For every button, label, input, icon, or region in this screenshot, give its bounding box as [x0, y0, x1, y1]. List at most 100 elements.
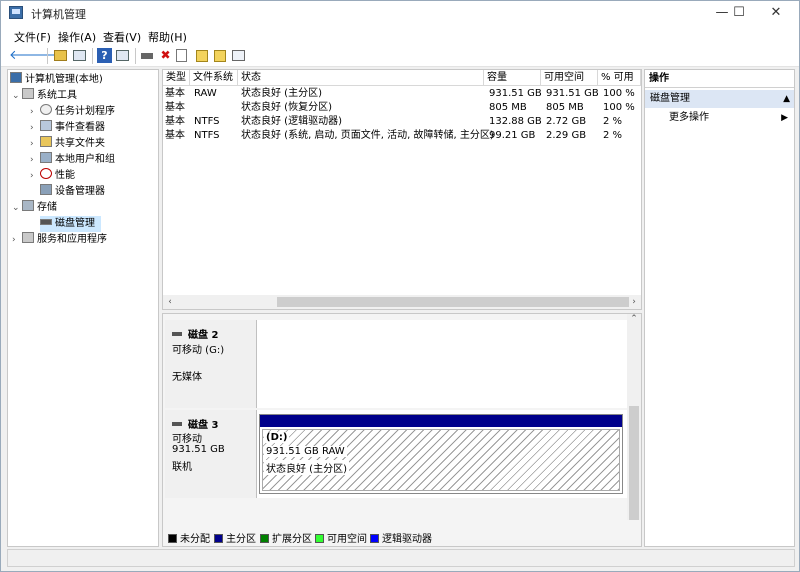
computer-management-window: 计算机管理 — ☐ ✕ 文件(F) 操作(A) 查看(V) 帮助(H) 🡐 🡒 …: [0, 0, 800, 572]
device-manager-icon: [40, 184, 52, 195]
column-header-status[interactable]: 状态: [238, 70, 484, 86]
system-tools-icon: [22, 88, 34, 99]
disk-row-3[interactable]: 磁盘 3 可移动 931.51 GB 联机 (D:) 931.51 GB RAW…: [165, 410, 627, 498]
expanded-arrow-icon[interactable]: ⌄: [12, 200, 22, 216]
partition-d[interactable]: (D:) 931.51 GB RAW 状态良好 (主分区): [259, 414, 623, 494]
show-hide-console-tree-icon[interactable]: [73, 50, 86, 61]
toolbar-separator: [47, 48, 48, 64]
disk-state: 联机: [172, 462, 192, 473]
users-icon: [40, 152, 52, 163]
partition-size: 931.51 GB RAW: [264, 446, 347, 457]
legend-free-space: 可用空间: [315, 532, 367, 546]
column-header-filesystem[interactable]: 文件系统: [190, 70, 238, 86]
column-header-percent-free[interactable]: % 可用: [598, 70, 641, 86]
collapse-up-icon[interactable]: ▲: [783, 90, 790, 108]
menu-view[interactable]: 查看(V): [103, 29, 141, 45]
tree-item-shared-folders[interactable]: › 共享文件夹: [30, 136, 105, 152]
search-folder-icon[interactable]: [214, 50, 226, 62]
scroll-right-icon[interactable]: ›: [627, 295, 641, 309]
actions-section-disk-management[interactable]: 磁盘管理 ▲: [645, 90, 794, 108]
vertical-scrollbar[interactable]: ⌃: [627, 314, 641, 520]
collapsed-arrow-icon[interactable]: ›: [30, 168, 40, 184]
close-button[interactable]: ✕: [759, 1, 793, 25]
disk-name: 磁盘 2: [172, 326, 218, 341]
legend-logical-drive: 逻辑驱动器: [370, 532, 432, 546]
scrollbar-thumb[interactable]: [277, 297, 629, 307]
connect-disk-icon[interactable]: [141, 53, 153, 59]
menu-file[interactable]: 文件(F): [14, 29, 51, 45]
primary-partition-bar: [260, 415, 622, 427]
computer-management-icon: [10, 72, 22, 83]
column-header-type[interactable]: 类型: [163, 70, 190, 86]
collapsed-arrow-icon[interactable]: ›: [30, 152, 40, 168]
tree-item-event-viewer[interactable]: › 事件查看器: [30, 120, 105, 136]
tree-item-disk-management[interactable]: 磁盘管理: [40, 216, 101, 232]
collapsed-arrow-icon[interactable]: ›: [30, 136, 40, 152]
tree-item-task-scheduler[interactable]: › 任务计划程序: [30, 104, 115, 120]
expanded-arrow-icon[interactable]: ⌄: [12, 88, 22, 104]
computer-management-icon: [9, 6, 23, 19]
partition-status: 状态良好 (主分区): [264, 460, 349, 475]
disk-list-icon[interactable]: [232, 50, 245, 61]
folder-up-icon[interactable]: [196, 50, 208, 62]
disk-type: 可移动: [172, 434, 202, 445]
disk-status: 无媒体: [172, 372, 202, 383]
actions-pane: 操作 磁盘管理 ▲ 更多操作 ▶: [644, 69, 795, 547]
event-viewer-icon: [40, 120, 52, 131]
collapsed-arrow-icon[interactable]: ›: [30, 104, 40, 120]
toolbar: 🡐 🡒 ? ✖: [1, 45, 799, 67]
console-tree: 计算机管理(本地) ⌄ 系统工具 › 任务计划程序 › 事件查看器 › 共享文件夹 › 本…: [7, 69, 159, 547]
properties-icon[interactable]: [176, 49, 187, 62]
legend-unallocated: 未分配: [168, 532, 210, 546]
tree-item-storage[interactable]: ⌄ 存储: [12, 200, 57, 216]
window-title: 计算机管理: [31, 8, 86, 21]
actions-header: 操作: [645, 70, 794, 88]
column-header-capacity[interactable]: 容量: [484, 70, 541, 86]
disk-type: 可移动 (G:): [172, 345, 225, 356]
delete-icon[interactable]: ✖: [158, 48, 173, 63]
title-bar: 计算机管理 — ☐ ✕: [1, 1, 799, 25]
forward-arrow-icon[interactable]: 🡒: [28, 48, 63, 63]
submenu-arrow-icon[interactable]: ▶: [781, 110, 788, 126]
tree-item-local-users[interactable]: › 本地用户和组: [30, 152, 115, 168]
tree-item-device-manager[interactable]: 设备管理器: [30, 184, 105, 200]
partition-label: (D:): [264, 432, 290, 443]
menu-help[interactable]: 帮助(H): [148, 29, 187, 45]
tree-item-performance[interactable]: › 性能: [30, 168, 75, 184]
collapsed-arrow-icon[interactable]: ›: [30, 120, 40, 136]
back-arrow-icon[interactable]: 🡐: [9, 48, 44, 63]
storage-icon: [22, 200, 34, 211]
scroll-left-icon[interactable]: ‹: [163, 295, 177, 309]
maximize-button[interactable]: ☐: [722, 1, 756, 25]
up-folder-icon[interactable]: [54, 50, 67, 61]
scrollbar-thumb[interactable]: [629, 406, 639, 520]
performance-icon: [40, 168, 52, 179]
shared-folder-icon: [40, 136, 52, 147]
scroll-up-icon[interactable]: ⌃: [627, 314, 641, 324]
disk-name: 磁盘 3: [172, 416, 218, 431]
column-header-free-space[interactable]: 可用空间: [541, 70, 598, 86]
disk-label[interactable]: 磁盘 3 可移动 931.51 GB 联机: [165, 410, 257, 498]
legend-primary: 主分区: [214, 532, 256, 546]
tree-item-system-tools[interactable]: ⌄ 系统工具: [12, 88, 77, 104]
disk-row-2[interactable]: 磁盘 2 可移动 (G:) 无媒体: [165, 320, 627, 408]
services-icon: [22, 232, 34, 243]
menu-action[interactable]: 操作(A): [58, 29, 96, 45]
help-icon[interactable]: ?: [97, 48, 112, 63]
clock-icon: [40, 104, 52, 115]
collapsed-arrow-icon[interactable]: ›: [12, 232, 22, 248]
show-action-pane-icon[interactable]: [116, 50, 129, 61]
disk-map-pane: 磁盘 2 可移动 (G:) 无媒体 磁盘 3 可移动 931.51 GB 联机 …: [162, 313, 642, 547]
menu-bar: 文件(F) 操作(A) 查看(V) 帮助(H): [1, 25, 799, 45]
tree-item-root[interactable]: 计算机管理(本地): [10, 72, 103, 88]
tree-item-services-apps[interactable]: › 服务和应用程序: [12, 232, 107, 248]
volume-list: 类型 文件系统 状态 容量 可用空间 % 可用 基本 RAW 状态良好 (主分区…: [162, 69, 642, 310]
more-actions-item[interactable]: 更多操作: [669, 110, 709, 126]
legend-extended: 扩展分区: [260, 532, 312, 546]
status-bar: [7, 549, 795, 567]
horizontal-scrollbar[interactable]: ‹ ›: [163, 295, 641, 309]
disk-label[interactable]: 磁盘 2 可移动 (G:) 无媒体: [165, 320, 257, 408]
disk-size: 931.51 GB: [172, 444, 225, 455]
legend: 未分配 主分区 扩展分区 可用空间 逻辑驱动器: [163, 532, 641, 546]
disk-icon: [40, 219, 52, 225]
